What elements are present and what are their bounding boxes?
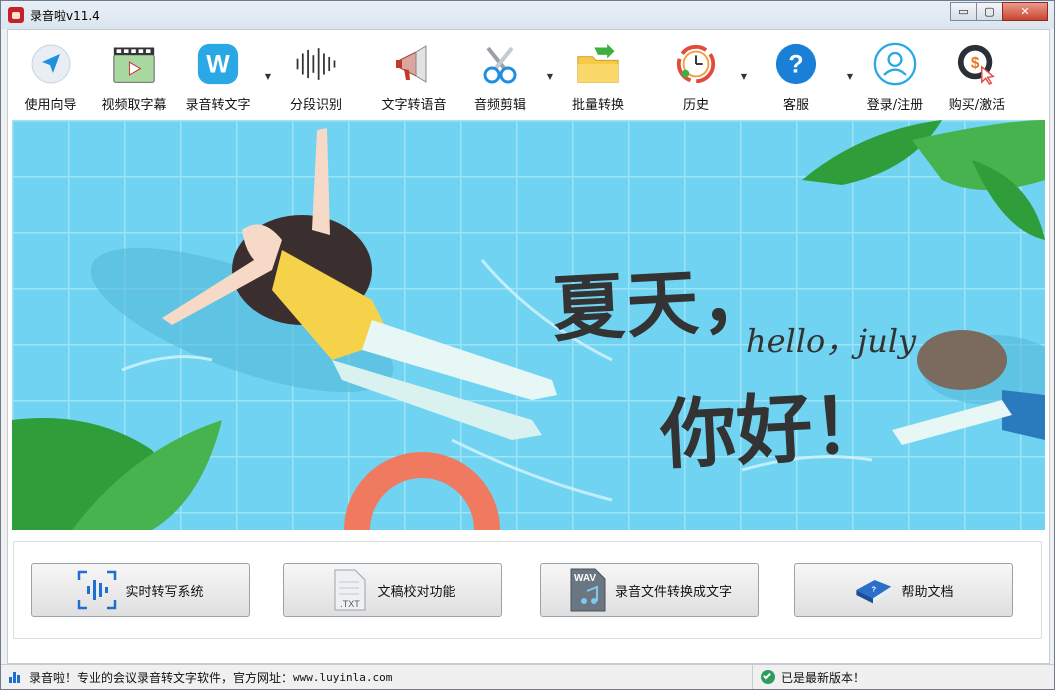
toolbar-item-guide[interactable]: 使用向导 (8, 30, 93, 118)
realtime-wave-icon (77, 570, 117, 610)
toolbar-item-video-subtitle[interactable]: 视频取字幕 (93, 30, 175, 118)
minimize-button[interactable]: ▭ (950, 2, 977, 21)
toolbar-item-segment-recognition[interactable]: 分段识别 (261, 30, 371, 118)
main-toolbar: 使用向导 视频取字幕 W 录音转文字 ▼ 分段识别 文字转语音 音频剪辑 ▼ 批… (8, 30, 1049, 118)
status-bar: 录音啦！专业的会议录音转文字软件，官方网址： www.luyinla.com 已… (1, 664, 1054, 689)
bar-chart-icon (9, 671, 23, 683)
help-book-icon: ? (853, 570, 893, 610)
window-controls: ▭ ▢ ✕ (950, 2, 1048, 21)
toolbar-item-audio-to-text[interactable]: W 录音转文字 ▼ (175, 30, 271, 118)
toolbar-label: 音频剪辑 (473, 98, 526, 113)
proofread-button[interactable]: .TXT 文稿校对功能 (283, 563, 502, 617)
toolbar-item-text-to-speech[interactable]: 文字转语音 (371, 30, 457, 118)
close-button[interactable]: ✕ (1002, 2, 1048, 21)
toolbar-label: 历史 (682, 98, 709, 113)
txt-document-icon: .TXT (329, 569, 369, 611)
toolbar-label: 客服 (782, 98, 809, 113)
video-subtitle-icon (112, 42, 156, 86)
help-docs-button[interactable]: ? 帮助文档 (794, 563, 1013, 617)
w-logo-icon: W (196, 42, 240, 86)
action-label: 文稿校对功能 (377, 584, 456, 600)
buy-activate-icon: $ (955, 42, 999, 86)
maximize-button[interactable]: ▢ (976, 2, 1003, 21)
status-right-section: 已是最新版本！ (753, 669, 865, 686)
quick-actions-panel: 实时转写系统 .TXT 文稿校对功能 WAV 录音文件转换成文字 ? 帮助文档 (13, 541, 1042, 639)
update-check-icon (761, 670, 775, 684)
title-bar[interactable]: 录音啦v11.4 ▭ ▢ ✕ (1, 1, 1054, 29)
toolbar-item-history[interactable]: 历史 ▼ (653, 30, 747, 118)
action-label: 帮助文档 (901, 584, 954, 600)
app-window: 录音啦v11.4 ▭ ▢ ✕ 使用向导 视频取字幕 W 录音转文字 ▼ 分段识别… (0, 0, 1055, 690)
toolbar-label: 文字转语音 (381, 98, 447, 113)
status-description: 录音啦！专业的会议录音转文字软件，官方网址： (29, 670, 294, 685)
svg-text:W: W (206, 51, 230, 79)
main-content: 使用向导 视频取字幕 W 录音转文字 ▼ 分段识别 文字转语音 音频剪辑 ▼ 批… (7, 29, 1050, 664)
folder-convert-icon (576, 42, 620, 86)
toolbar-item-batch-convert[interactable]: 批量转换 (543, 30, 653, 118)
toolbar-label: 购买/激活 (948, 98, 1006, 113)
toolbar-item-audio-edit[interactable]: 音频剪辑 ▼ (457, 30, 553, 118)
window-title: 录音啦v11.4 (30, 8, 100, 23)
history-clock-icon (674, 42, 718, 86)
toolbar-item-customer-service[interactable]: ? 客服 ▼ (739, 30, 853, 118)
toolbar-label: 登录/注册 (866, 98, 924, 113)
svg-text:?: ? (788, 51, 803, 79)
action-label: 录音文件转换成文字 (614, 584, 732, 600)
svg-text:WAV: WAV (574, 573, 596, 584)
navigate-arrow-icon (29, 42, 73, 86)
megaphone-icon (392, 42, 436, 86)
banner-headline-3: 你好！ (658, 379, 891, 480)
banner-headline-1: 夏天， (550, 256, 777, 352)
version-status: 已是最新版本！ (781, 670, 866, 685)
svg-text:$: $ (971, 55, 980, 72)
realtime-transcribe-button[interactable]: 实时转写系统 (31, 563, 250, 617)
toolbar-label: 使用向导 (24, 98, 77, 113)
app-logo-icon (8, 7, 24, 23)
toolbar-label: 分段识别 (289, 98, 342, 113)
svg-text:.TXT: .TXT (341, 599, 361, 609)
status-left-section: 录音啦！专业的会议录音转文字软件，官方网址： www.luyinla.com (1, 665, 753, 689)
user-login-icon (873, 42, 917, 86)
toolbar-label: 批量转换 (571, 98, 624, 113)
svg-text:?: ? (872, 585, 877, 594)
waveform-icon (294, 42, 338, 86)
website-url-link[interactable]: www.luyinla.com (293, 671, 392, 684)
summer-banner-image: 夏天， hello，july 你好！ (12, 120, 1045, 530)
toolbar-label: 视频取字幕 (101, 98, 167, 113)
wav-file-icon: WAV (567, 568, 607, 612)
toolbar-item-login[interactable]: 登录/注册 (853, 30, 937, 118)
help-question-icon: ? (774, 42, 818, 86)
action-label: 实时转写系统 (125, 584, 204, 600)
scissors-icon (478, 42, 522, 86)
banner-headline-2: hello，july (746, 322, 917, 360)
toolbar-item-buy-activate[interactable]: $ 购买/激活 (937, 30, 1017, 118)
file-to-text-button[interactable]: WAV 录音文件转换成文字 (540, 563, 759, 617)
toolbar-label: 录音转文字 (185, 98, 251, 113)
